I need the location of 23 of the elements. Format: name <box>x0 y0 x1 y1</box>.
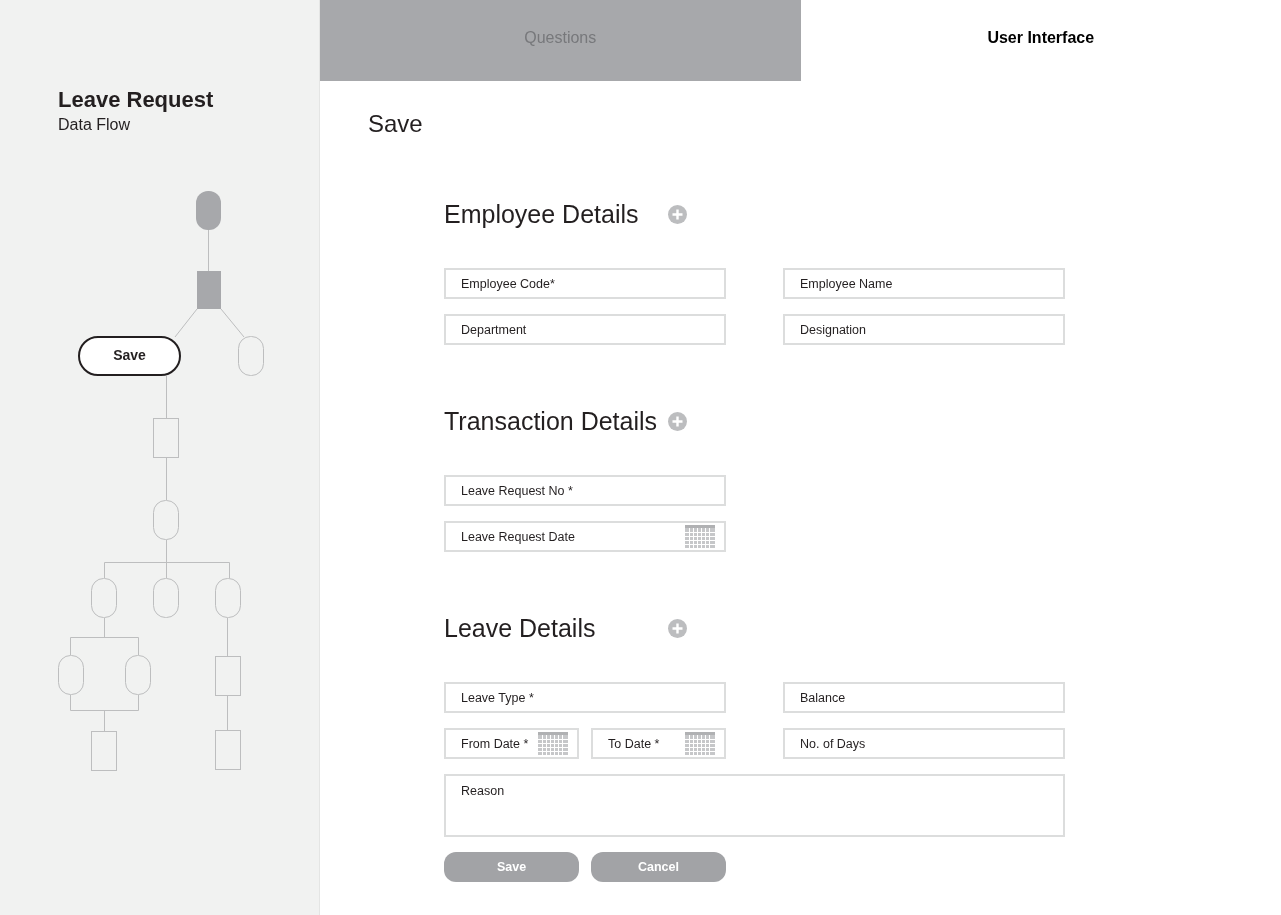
date-field[interactable]: Leave Request Date <box>444 521 726 552</box>
flow-node[interactable]: Save <box>78 336 181 376</box>
calendar-icon[interactable] <box>538 732 568 755</box>
calendar-icon[interactable] <box>685 525 715 548</box>
calendar-icon[interactable] <box>685 732 715 755</box>
section-title: Employee Details <box>444 199 640 229</box>
sidebar-subtitle: Data Flow <box>58 115 132 135</box>
input-field[interactable]: Balance <box>783 682 1065 713</box>
input-field[interactable]: Employee Name <box>783 268 1065 299</box>
input-field[interactable]: Leave Request No * <box>444 475 726 506</box>
section-title: Transaction Details <box>444 406 659 436</box>
input-field[interactable]: Department <box>444 314 726 345</box>
input-field[interactable]: Leave Type * <box>444 682 726 713</box>
page-title: Save <box>368 110 424 138</box>
section-title: Leave Details <box>444 613 597 643</box>
add-icon[interactable] <box>668 618 687 638</box>
add-icon[interactable] <box>668 204 687 224</box>
input-field[interactable]: Employee Code* <box>444 268 726 299</box>
add-icon[interactable] <box>668 411 687 431</box>
sidebar-title: Leave Request <box>58 86 215 114</box>
text-area[interactable]: Reason <box>444 774 1065 837</box>
input-field[interactable]: Designation <box>783 314 1065 345</box>
input-field[interactable]: No. of Days <box>783 728 1065 759</box>
